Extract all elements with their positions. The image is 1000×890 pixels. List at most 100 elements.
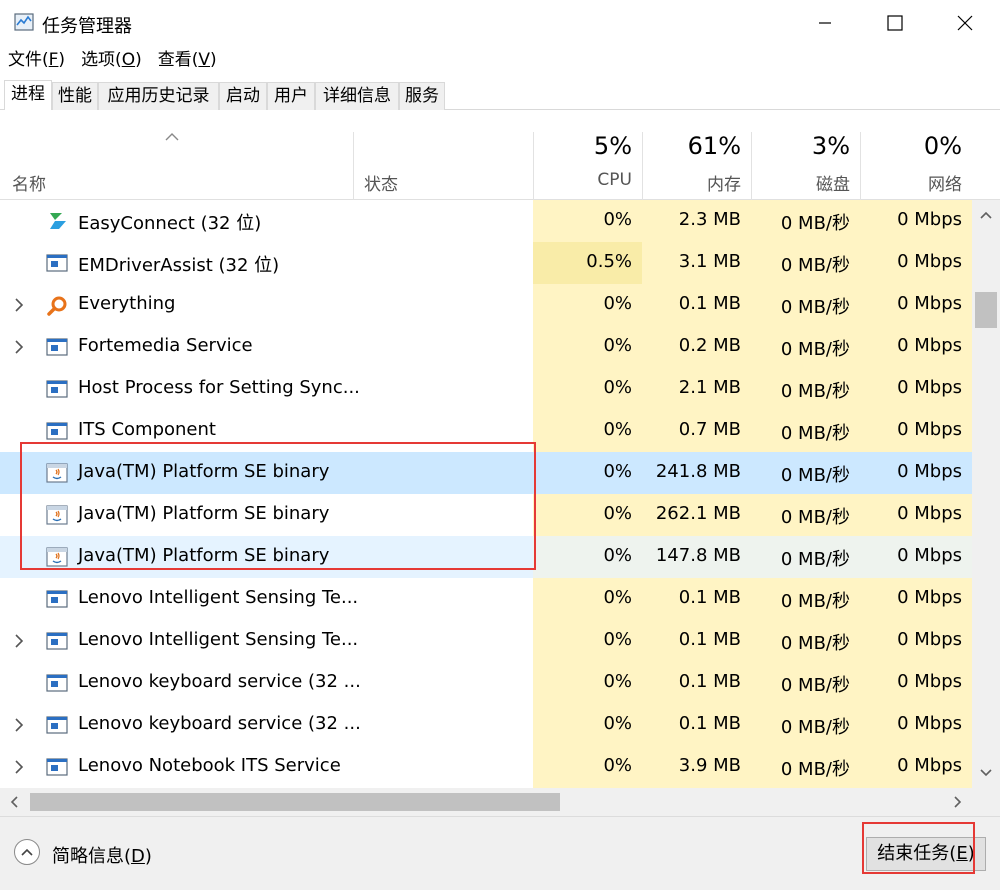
process-row[interactable]: Host Process for Setting Sync... 0% 2.1 MB… bbox=[0, 368, 972, 410]
process-row[interactable]: Everything 0% 0.1 MB 0 MB/秒 0 Mbps bbox=[0, 284, 972, 326]
process-disk: 0 MB/秒 bbox=[780, 339, 850, 360]
process-disk: 0 MB/秒 bbox=[780, 633, 850, 654]
process-memory: 3.9 MB bbox=[678, 755, 741, 776]
highlight-box-end-task bbox=[862, 822, 975, 874]
process-name: Lenovo Intelligent Sensing Te... bbox=[78, 587, 359, 608]
app-window-icon bbox=[46, 421, 68, 441]
tab-services[interactable]: 服务 bbox=[399, 82, 445, 110]
process-network: 0 Mbps bbox=[897, 335, 962, 356]
process-network: 0 Mbps bbox=[897, 755, 962, 776]
tab-app-history[interactable]: 应用历史记录 bbox=[98, 82, 219, 110]
column-disk-header[interactable]: 3% 磁盘 bbox=[751, 132, 860, 200]
sort-up-icon bbox=[165, 133, 179, 141]
app-window-icon bbox=[46, 631, 68, 651]
process-row[interactable]: Lenovo Notebook ITS Service 0% 3.9 MB 0 MB/… bbox=[0, 746, 972, 788]
scroll-left-icon bbox=[10, 796, 18, 808]
fewer-details-link[interactable]: 简略信息(D) bbox=[52, 842, 152, 868]
process-network: 0 Mbps bbox=[897, 587, 962, 608]
process-disk: 0 MB/秒 bbox=[780, 297, 850, 318]
network-label: 网络 bbox=[928, 175, 962, 195]
process-row[interactable]: EMDriverAssist (32 位) 0.5% 3.1 MB 0 MB/秒 0 M… bbox=[0, 242, 972, 284]
menu-view[interactable]: 查看(V) bbox=[150, 46, 225, 74]
process-memory: 0.1 MB bbox=[678, 293, 741, 314]
process-name: Fortemedia Service bbox=[78, 335, 253, 356]
process-memory: 0.2 MB bbox=[678, 335, 741, 356]
process-disk: 0 MB/秒 bbox=[780, 213, 850, 234]
minimize-icon bbox=[819, 22, 831, 24]
chevron-right-icon[interactable] bbox=[14, 339, 24, 359]
process-row[interactable]: Lenovo Intelligent Sensing Te... 0% 0.1 MB… bbox=[0, 578, 972, 620]
process-memory: 3.1 MB bbox=[678, 251, 741, 272]
horizontal-scrollbar[interactable] bbox=[0, 788, 972, 816]
tab-users[interactable]: 用户 bbox=[267, 82, 315, 110]
highlight-box-java-processes bbox=[20, 442, 536, 570]
maximize-button[interactable] bbox=[860, 0, 930, 46]
process-row[interactable]: Lenovo keyboard service (32 ... 0% 0.1 MB 0… bbox=[0, 704, 972, 746]
column-name[interactable]: 名称 bbox=[12, 170, 46, 195]
process-row[interactable]: Lenovo Intelligent Sensing Te... 0% 0.1 MB… bbox=[0, 620, 972, 662]
menu-bar: 文件(F) 选项(O) 查看(V) bbox=[0, 46, 225, 74]
process-network: 0 Mbps bbox=[897, 419, 962, 440]
process-cpu: 0% bbox=[603, 419, 632, 440]
chevron-right-icon[interactable] bbox=[14, 759, 24, 779]
process-network: 0 Mbps bbox=[897, 671, 962, 692]
process-network: 0 Mbps bbox=[897, 629, 962, 650]
process-disk: 0 MB/秒 bbox=[780, 255, 850, 276]
process-cpu: 0% bbox=[603, 461, 632, 482]
chevron-right-icon[interactable] bbox=[14, 297, 24, 317]
process-cpu: 0% bbox=[603, 377, 632, 398]
chevron-right-icon[interactable] bbox=[14, 717, 24, 737]
process-disk: 0 MB/秒 bbox=[780, 675, 850, 696]
cpu-label: CPU bbox=[597, 170, 632, 190]
process-cpu: 0.5% bbox=[586, 251, 632, 272]
process-memory: 0.1 MB bbox=[678, 629, 741, 650]
process-network: 0 Mbps bbox=[897, 209, 962, 230]
window-title: 任务管理器 bbox=[42, 16, 132, 37]
process-cpu: 0% bbox=[603, 587, 632, 608]
vertical-scroll-thumb[interactable] bbox=[975, 292, 997, 328]
process-disk: 0 MB/秒 bbox=[780, 507, 850, 528]
tab-startup[interactable]: 启动 bbox=[219, 82, 267, 110]
process-cpu: 0% bbox=[603, 293, 632, 314]
process-name: Lenovo keyboard service (32 ... bbox=[78, 671, 361, 692]
chevron-up-icon bbox=[21, 848, 33, 856]
tab-processes[interactable]: 进程 bbox=[4, 80, 52, 111]
scroll-right-icon bbox=[954, 796, 962, 808]
process-cpu: 0% bbox=[603, 755, 632, 776]
column-memory-header[interactable]: 61% 内存 bbox=[642, 132, 751, 200]
column-status: 状态 bbox=[364, 175, 398, 195]
app-window-icon bbox=[46, 757, 68, 777]
memory-label: 内存 bbox=[707, 175, 741, 195]
process-disk: 0 MB/秒 bbox=[780, 423, 850, 444]
process-memory: 241.8 MB bbox=[655, 461, 741, 482]
process-row[interactable]: EasyConnect (32 位) 0% 2.3 MB 0 MB/秒 0 Mbps bbox=[0, 200, 972, 242]
menu-file[interactable]: 文件(F) bbox=[0, 46, 73, 74]
process-cpu: 0% bbox=[603, 713, 632, 734]
close-button[interactable] bbox=[930, 0, 1000, 46]
process-name: Lenovo keyboard service (32 ... bbox=[78, 713, 361, 734]
app-window-icon bbox=[46, 673, 68, 693]
process-network: 0 Mbps bbox=[897, 461, 962, 482]
scroll-up-icon bbox=[980, 211, 992, 219]
horizontal-scroll-thumb[interactable] bbox=[30, 793, 560, 811]
fewer-details-button[interactable] bbox=[14, 839, 40, 865]
process-memory: 2.3 MB bbox=[678, 209, 741, 230]
column-cpu-header[interactable]: 5% CPU bbox=[533, 132, 642, 200]
footer: 简略信息(D) 结束任务(E) bbox=[0, 816, 1000, 890]
tab-performance[interactable]: 性能 bbox=[52, 82, 98, 110]
tab-details[interactable]: 详细信息 bbox=[315, 82, 399, 110]
column-network-header[interactable]: 0% 网络 bbox=[860, 132, 972, 200]
process-row[interactable]: Fortemedia Service 0% 0.2 MB 0 MB/秒 0 Mbps bbox=[0, 326, 972, 368]
process-network: 0 Mbps bbox=[897, 503, 962, 524]
easyconnect-icon bbox=[46, 211, 68, 231]
menu-options[interactable]: 选项(O) bbox=[73, 46, 150, 74]
process-row[interactable]: Lenovo keyboard service (32 ... 0% 0.1 MB 0… bbox=[0, 662, 972, 704]
minimize-button[interactable] bbox=[790, 0, 860, 46]
disk-label: 磁盘 bbox=[816, 175, 850, 195]
process-memory: 0.1 MB bbox=[678, 587, 741, 608]
vertical-scrollbar[interactable] bbox=[972, 200, 1000, 788]
disk-percent: 3% bbox=[811, 132, 850, 160]
column-header: 名称 状态 5% CPU 61% 内存 3% 磁盘 0% 网络 bbox=[0, 110, 1000, 200]
process-name: Lenovo Notebook ITS Service bbox=[78, 755, 341, 776]
chevron-right-icon[interactable] bbox=[14, 633, 24, 653]
